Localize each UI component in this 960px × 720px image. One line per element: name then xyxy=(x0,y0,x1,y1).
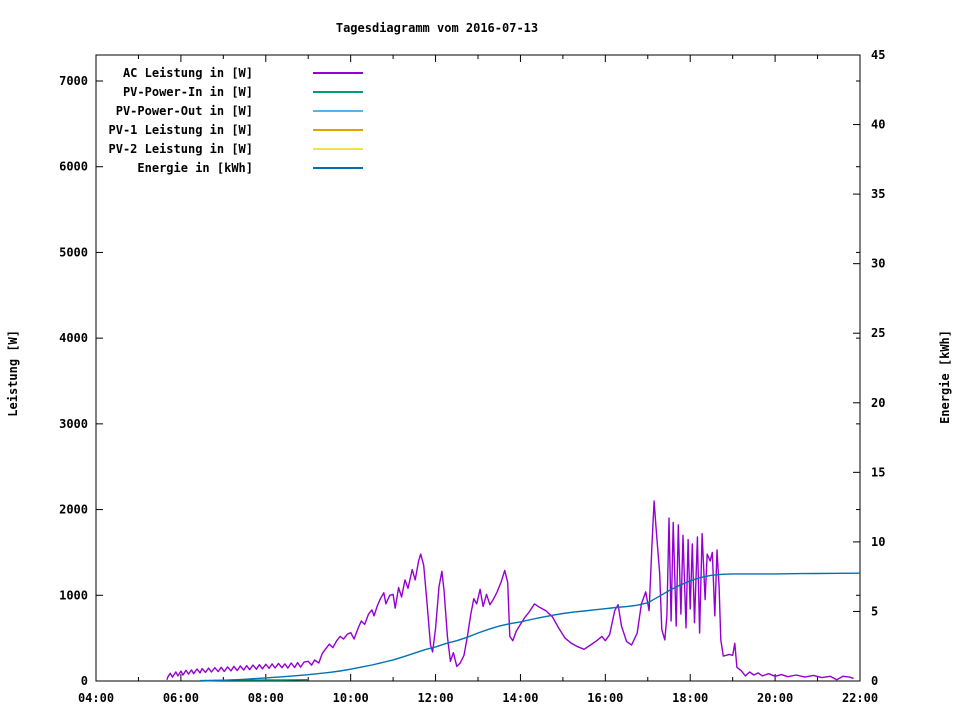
legend-label-pv2-leistung: PV-2 Leistung in [W] xyxy=(108,141,254,156)
y-right-tick-label: 40 xyxy=(871,118,885,132)
legend-line-sample xyxy=(313,109,363,112)
x-tick-label: 08:00 xyxy=(248,691,284,705)
y-right-tick-label: 30 xyxy=(871,257,885,271)
left-axis-label: Leistung [W] xyxy=(6,330,20,417)
y-left-tick-label: 6000 xyxy=(59,160,88,174)
y-right-tick-label: 15 xyxy=(871,465,885,479)
right-axis-label: Energie [kWh] xyxy=(938,330,952,424)
legend: AC Leistung in [W] PV-Power-In in [W] PV… xyxy=(93,63,363,177)
legend-row: Energie in [kWh] xyxy=(93,158,363,177)
legend-label-pv-power-out: PV-Power-Out in [W] xyxy=(115,103,253,118)
chart-title: Tagesdiagramm vom 2016-07-13 xyxy=(335,21,539,35)
legend-row: AC Leistung in [W] xyxy=(93,63,363,82)
legend-line-sample xyxy=(313,147,363,150)
legend-label-pv1-leistung: PV-1 Leistung in [W] xyxy=(108,122,254,137)
legend-row: PV-1 Leistung in [W] xyxy=(93,120,363,139)
legend-label-ac-leistung: AC Leistung in [W] xyxy=(122,65,253,80)
legend-line-sample xyxy=(313,71,363,74)
x-tick-label: 06:00 xyxy=(163,691,199,705)
legend-line-sample xyxy=(313,90,363,93)
legend-row: PV-2 Leistung in [W] xyxy=(93,139,363,158)
y-left-tick-label: 2000 xyxy=(59,503,88,517)
x-tick-label: 20:00 xyxy=(757,691,793,705)
y-left-tick-label: 4000 xyxy=(59,331,88,345)
x-tick-label: 16:00 xyxy=(587,691,623,705)
x-tick-label: 22:00 xyxy=(842,691,878,705)
legend-line-sample xyxy=(313,128,363,131)
x-tick-label: 14:00 xyxy=(502,691,538,705)
legend-row: PV-Power-In in [W] xyxy=(93,82,363,101)
legend-label-energie: Energie in [kWh] xyxy=(137,160,253,175)
x-tick-label: 04:00 xyxy=(78,691,114,705)
legend-label-pv-power-in: PV-Power-In in [W] xyxy=(122,84,253,99)
y-right-tick-label: 5 xyxy=(871,604,878,618)
x-tick-label: 18:00 xyxy=(672,691,708,705)
y-left-tick-label: 3000 xyxy=(59,417,88,431)
y-right-tick-label: 20 xyxy=(871,396,885,410)
legend-line-sample xyxy=(313,166,363,169)
series-line-0 xyxy=(166,500,854,681)
y-left-tick-label: 1000 xyxy=(59,588,88,602)
y-right-tick-label: 45 xyxy=(871,48,885,62)
y-left-tick-label: 5000 xyxy=(59,245,88,259)
legend-row: PV-Power-Out in [W] xyxy=(93,101,363,120)
y-left-tick-label: 0 xyxy=(81,674,88,688)
y-right-tick-label: 10 xyxy=(871,535,885,549)
y-right-tick-label: 35 xyxy=(871,187,885,201)
x-tick-label: 12:00 xyxy=(417,691,453,705)
y-left-tick-label: 7000 xyxy=(59,74,88,88)
y-right-tick-label: 0 xyxy=(871,674,878,688)
y-right-tick-label: 25 xyxy=(871,326,885,340)
x-tick-label: 10:00 xyxy=(333,691,369,705)
